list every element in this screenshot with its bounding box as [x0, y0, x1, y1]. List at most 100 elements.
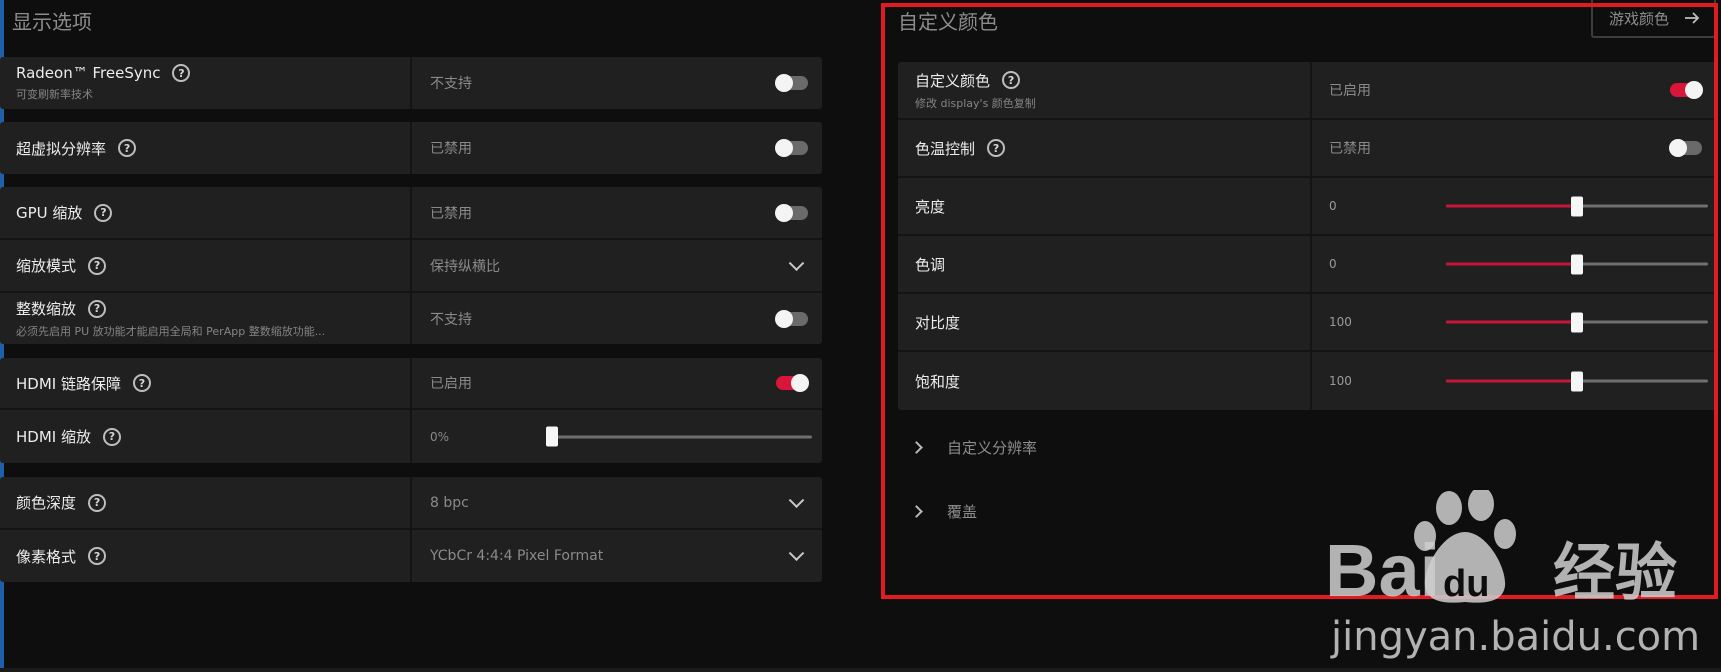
integer-scaling-row: 整数缩放? 必须先启用 PU 放功能才能启用全局和 PerApp 整数缩放功能.… [0, 293, 822, 344]
integer-scaling-label: 整数缩放 [16, 300, 77, 318]
contrast-label: 对比度 [915, 313, 961, 332]
gpu-scaling-group: GPU 缩放? 已禁用 缩放模式? 保持纵横比 整数缩放? 必须先启用 PU 放… [0, 187, 822, 344]
chevron-down-icon[interactable] [788, 545, 805, 562]
freesync-toggle[interactable] [775, 74, 808, 92]
freesync-row: Radeon™ FreeSync? 可变刷新率技术 不支持 [0, 57, 822, 109]
brightness-label: 亮度 [915, 197, 946, 216]
help-icon[interactable]: ? [102, 427, 121, 446]
color-temp-value: 已禁用 [1329, 141, 1371, 157]
gpu-scaling-label: GPU 缩放 [16, 204, 83, 222]
custom-color-sub: 修改 display's 颜色复制 [915, 96, 1036, 110]
custom-color-title: 自定义颜色 [898, 10, 998, 34]
slider-thumb[interactable] [1571, 196, 1583, 216]
slider-fill [1446, 320, 1577, 324]
watermark-brand2: 经验 [1553, 536, 1677, 609]
hdmi-link-label: HDMI 链路保障 [16, 374, 121, 393]
help-icon[interactable]: ? [88, 547, 107, 565]
help-icon[interactable]: ? [132, 374, 151, 392]
display-options-title: 显示选项 [12, 10, 92, 34]
chevron-down-icon[interactable] [788, 254, 805, 271]
virtual-resolution-value: 已禁用 [430, 141, 472, 157]
brightness-slider[interactable] [1446, 196, 1708, 216]
integer-scaling-sub: 必须先启用 PU 放功能才能启用全局和 PerApp 整数缩放功能... [16, 325, 326, 338]
virtual-resolution-group: 超虚拟分辨率? 已禁用 [0, 122, 822, 174]
overlay-expander[interactable]: 覆盖 [906, 501, 977, 522]
contrast-value: 100 [1329, 315, 1352, 329]
virtual-resolution-label: 超虚拟分辨率 [16, 139, 107, 158]
overlay-label: 覆盖 [947, 503, 978, 521]
custom-color-value: 已启用 [1329, 83, 1371, 99]
custom-color-toggle[interactable] [1670, 81, 1703, 99]
slider-fill [1446, 262, 1577, 266]
help-icon[interactable]: ? [94, 203, 113, 222]
slider-thumb[interactable] [1571, 371, 1583, 391]
help-icon[interactable]: ? [88, 493, 107, 512]
help-icon[interactable]: ? [172, 64, 191, 82]
custom-color-label: 自定义颜色 [915, 71, 991, 90]
arrow-right-icon [1685, 12, 1700, 24]
custom-resolution-expander[interactable]: 自定义分辨率 [906, 437, 1037, 458]
help-icon[interactable]: ? [88, 256, 107, 275]
hdmi-scaling-value: 0% [430, 429, 450, 444]
freesync-sub: 可变刷新率技术 [16, 88, 93, 101]
brightness-value: 0 [1329, 199, 1337, 213]
scaling-mode-label: 缩放模式 [16, 257, 77, 275]
slider-thumb[interactable] [1571, 312, 1583, 332]
saturation-slider[interactable] [1446, 371, 1708, 391]
saturation-value: 100 [1329, 374, 1352, 388]
baidu-watermark-logo: Bai du 经验 jingyan.baidu.com [1325, 490, 1700, 660]
watermark-url: jingyan.baidu.com [1330, 614, 1700, 660]
virtual-resolution-toggle[interactable] [775, 139, 808, 157]
hdmi-scaling-slider[interactable] [546, 426, 812, 447]
gpu-scaling-toggle[interactable] [775, 203, 808, 222]
pixel-format-row[interactable]: 像素格式? YCbCr 4:4:4 Pixel Format [0, 530, 822, 582]
svg-text:du: du [1443, 563, 1489, 605]
chevron-down-icon[interactable] [788, 491, 805, 508]
freesync-label: Radeon™ FreeSync [16, 64, 161, 82]
contrast-slider[interactable] [1446, 312, 1708, 332]
color-depth-row[interactable]: 颜色深度? 8 bpc [0, 477, 822, 530]
virtual-resolution-row: 超虚拟分辨率? 已禁用 [0, 122, 822, 174]
help-icon[interactable]: ? [118, 139, 137, 157]
help-icon[interactable]: ? [987, 139, 1006, 157]
brightness-row: 亮度 0 [898, 178, 1716, 236]
hdmi-link-row: HDMI 链路保障? 已启用 [0, 358, 822, 410]
hue-slider[interactable] [1446, 254, 1708, 274]
integer-scaling-value: 不支持 [430, 311, 472, 328]
scaling-mode-row[interactable]: 缩放模式? 保持纵横比 [0, 240, 822, 293]
watermark-brand: Bai [1325, 529, 1440, 612]
color-depth-label: 颜色深度 [16, 494, 77, 512]
hdmi-link-toggle[interactable] [776, 374, 809, 392]
slider-fill [1446, 204, 1577, 208]
help-icon[interactable]: ? [1002, 71, 1021, 89]
color-depth-value: 8 bpc [430, 494, 469, 511]
pixel-format-value: YCbCr 4:4:4 Pixel Format [430, 548, 604, 564]
gpu-scaling-row: GPU 缩放? 已禁用 [0, 187, 822, 240]
slider-thumb[interactable] [546, 426, 558, 447]
bottom-edge [0, 668, 1721, 672]
help-icon[interactable]: ? [88, 299, 107, 318]
hue-value: 0 [1329, 257, 1337, 271]
saturation-row: 饱和度 100 [898, 352, 1716, 410]
color-temp-label: 色温控制 [915, 139, 976, 158]
hue-label: 色调 [915, 255, 946, 274]
slider-thumb[interactable] [1571, 254, 1583, 274]
saturation-label: 饱和度 [915, 372, 961, 391]
game-color-button[interactable]: 游戏颜色 [1591, 0, 1716, 38]
integer-scaling-toggle[interactable] [775, 309, 808, 328]
color-temp-toggle[interactable] [1669, 139, 1702, 157]
hdmi-scaling-row: HDMI 缩放? 0% [0, 410, 822, 463]
custom-color-panel: 自定义颜色? 修改 display's 颜色复制 已启用 色温控制? 已禁用 亮… [898, 62, 1716, 410]
slider-fill [1446, 379, 1577, 383]
hdmi-link-value: 已启用 [430, 376, 472, 392]
custom-color-row: 自定义颜色? 修改 display's 颜色复制 已启用 [898, 62, 1716, 120]
chevron-right-icon [910, 441, 923, 454]
color-format-group: 颜色深度? 8 bpc 像素格式? YCbCr 4:4:4 Pixel Form… [0, 477, 822, 582]
contrast-row: 对比度 100 [898, 294, 1716, 352]
pixel-format-label: 像素格式 [16, 547, 77, 566]
scaling-mode-value: 保持纵横比 [430, 258, 500, 275]
hdmi-group: HDMI 链路保障? 已启用 HDMI 缩放? 0% [0, 358, 822, 463]
hdmi-scaling-label: HDMI 缩放 [16, 428, 91, 446]
hue-row: 色调 0 [898, 236, 1716, 294]
chevron-right-icon [910, 505, 923, 518]
